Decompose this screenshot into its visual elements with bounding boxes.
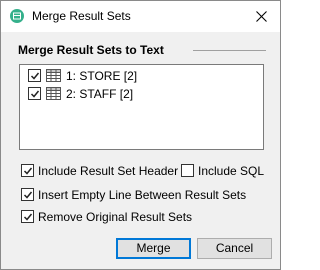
include-header-checkbox[interactable]	[21, 164, 34, 177]
list-item[interactable]: 1: STORE [2]	[28, 68, 228, 84]
result-set-2-checkbox[interactable]	[28, 87, 41, 100]
title-bar[interactable]: Merge Result Sets	[1, 1, 280, 32]
insert-empty-line-checkbox[interactable]	[21, 188, 34, 201]
result-sets-list[interactable]: 1: STORE [2] 2: STAFF [2]	[19, 64, 264, 150]
merge-button[interactable]: Merge	[116, 238, 191, 259]
grid-table-icon	[46, 69, 61, 85]
list-item[interactable]: 2: STAFF [2]	[28, 86, 228, 102]
result-set-label: 1: STORE [2]	[66, 69, 138, 83]
include-sql-checkbox[interactable]	[181, 164, 194, 177]
insert-empty-line-label: Insert Empty Line Between Result Sets	[38, 188, 247, 202]
close-icon	[256, 11, 267, 22]
group-divider	[193, 50, 266, 51]
include-header-label: Include Result Set Header	[38, 164, 179, 178]
grid-table-icon	[46, 87, 61, 103]
dialog-title: Merge Result Sets	[32, 9, 131, 23]
app-logo-icon	[10, 9, 24, 23]
result-set-label: 2: STAFF [2]	[66, 87, 134, 101]
merge-result-sets-dialog: Merge Result Sets Merge Result Sets to T…	[0, 0, 281, 270]
result-set-1-checkbox[interactable]	[28, 69, 41, 82]
remove-original-label: Remove Original Result Sets	[38, 210, 193, 224]
group-title: Merge Result Sets to Text	[18, 43, 164, 57]
remove-original-checkbox[interactable]	[21, 210, 34, 223]
include-sql-label: Include SQL	[198, 164, 265, 178]
close-button[interactable]	[242, 1, 280, 32]
cancel-button[interactable]: Cancel	[197, 238, 272, 259]
